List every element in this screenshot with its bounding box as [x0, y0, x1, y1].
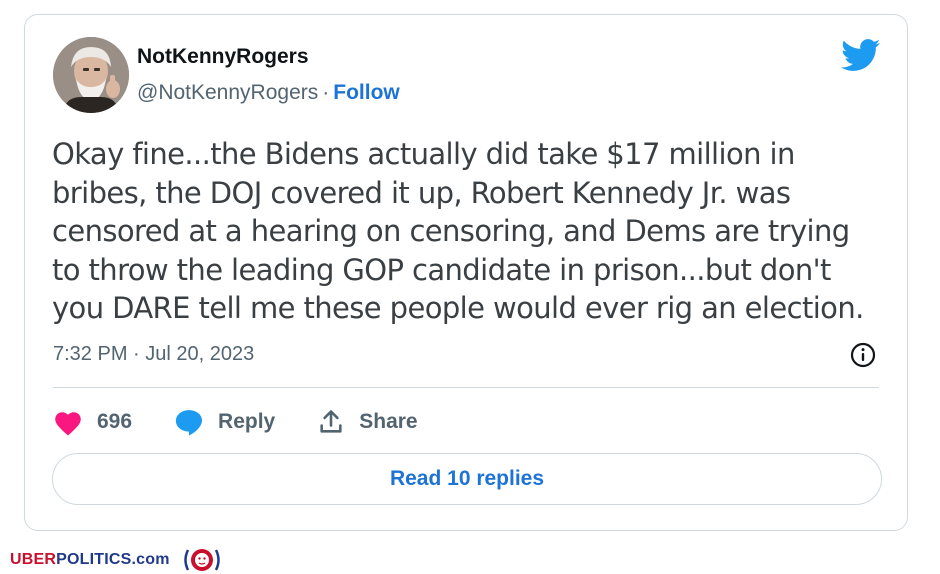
- tweet-text-line: censored at a hearing on censoring, and …: [52, 214, 850, 248]
- avatar-image: [53, 37, 129, 113]
- twitter-bird-icon[interactable]: [841, 39, 881, 72]
- lion-crest-icon: [183, 549, 220, 571]
- heart-icon: [55, 411, 81, 436]
- author-name[interactable]: NotKennyRogers: [137, 45, 309, 69]
- brand-wordmark: UBERPOLITICS.com: [10, 551, 170, 569]
- tweet-text: Okay fine...the Bidens actually did take…: [52, 135, 892, 328]
- reply-label: Reply: [218, 410, 276, 433]
- brand-part-3: .com: [131, 551, 170, 568]
- site-watermark: UBERPOLITICS.com: [10, 546, 224, 574]
- share-button[interactable]: Share: [317, 408, 418, 436]
- timestamp[interactable]: 7:32 PM · Jul 20, 2023: [53, 343, 254, 366]
- info-icon[interactable]: [849, 341, 877, 369]
- divider: [53, 387, 879, 388]
- follow-button[interactable]: Follow: [333, 81, 400, 104]
- action-bar: 696 Reply Share: [53, 405, 460, 439]
- tweet-text-line: bribes, the DOJ covered it up, Robert Ke…: [52, 175, 791, 210]
- speech-bubble-icon: [175, 410, 203, 436]
- tweet-text-line: you DARE tell me these people would ever…: [52, 291, 864, 325]
- read-replies-button[interactable]: Read 10 replies: [52, 453, 882, 505]
- handle-row: @NotKennyRogers · Follow: [137, 81, 400, 105]
- avatar[interactable]: [53, 37, 129, 113]
- brand-part-2: POLITICS: [56, 551, 132, 568]
- tweet-text-line: to throw the leading GOP candidate in pr…: [52, 252, 831, 287]
- separator: ·: [322, 81, 330, 104]
- brand-part-1: UBER: [10, 551, 57, 568]
- like-button[interactable]: 696: [53, 409, 132, 436]
- reply-button[interactable]: Reply: [174, 408, 275, 436]
- share-label: Share: [359, 410, 418, 433]
- author-handle[interactable]: @NotKennyRogers: [137, 81, 318, 104]
- tweet-card: NotKennyRogers @NotKennyRogers · Follow Ok…: [24, 14, 908, 531]
- share-upload-icon: [320, 410, 342, 433]
- tweet-text-line: Okay fine...the Bidens actually did take…: [52, 137, 795, 171]
- like-count: 696: [97, 410, 133, 433]
